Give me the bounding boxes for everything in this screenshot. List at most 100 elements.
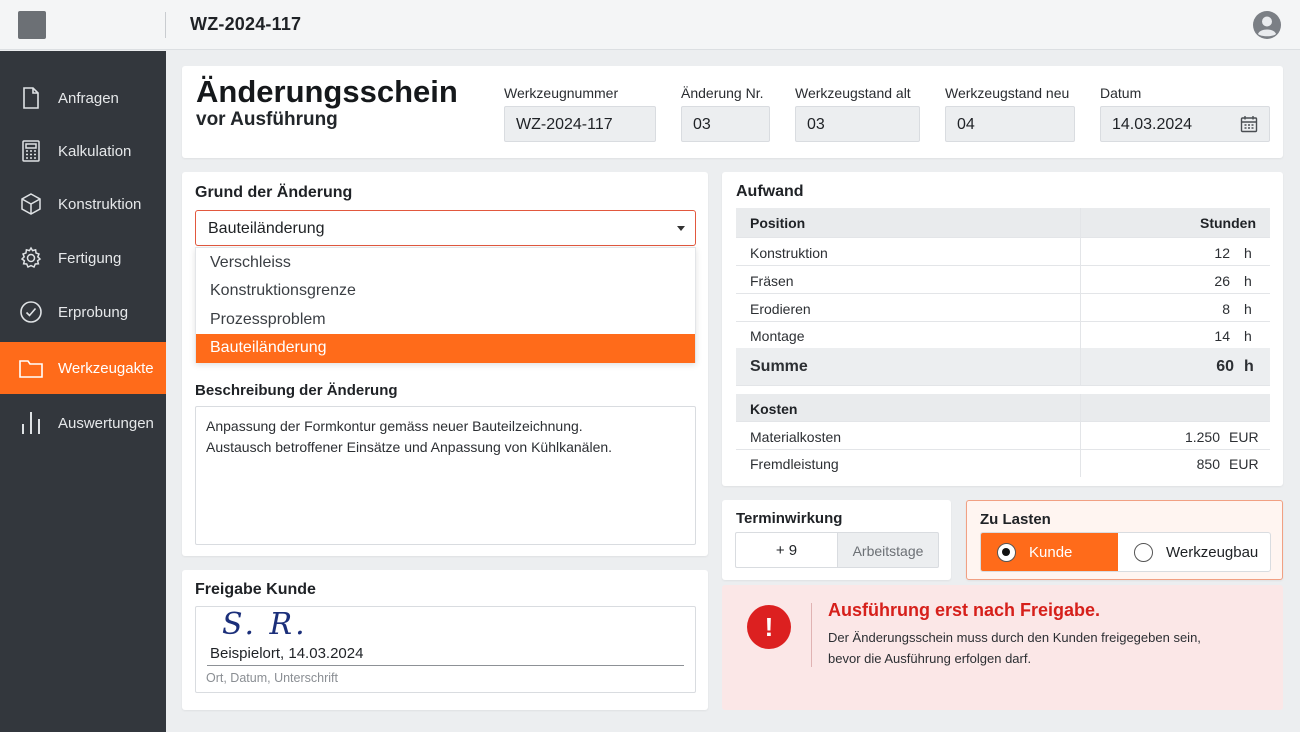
- sidebar-item-werkzeugakte[interactable]: Werkzeugakte: [0, 342, 166, 394]
- row-unit: h: [1244, 301, 1252, 317]
- aenderung-nr-label: Änderung Nr.: [681, 85, 764, 101]
- stand-alt-label: Werkzeugstand alt: [795, 85, 911, 101]
- dropdown-option-verschleiss[interactable]: Verschleiss: [196, 249, 695, 278]
- stand-neu-label: Werkzeugstand neu: [945, 85, 1070, 101]
- grund-select[interactable]: Bauteiländerung: [195, 210, 696, 246]
- calculator-icon: [18, 138, 44, 164]
- zu-lasten-title: Zu Lasten: [980, 511, 1051, 528]
- row-value: 8: [1222, 301, 1230, 317]
- row-value: 26: [1214, 273, 1230, 289]
- sum-row: Summe 60 h: [736, 348, 1270, 386]
- row-unit: h: [1244, 328, 1252, 344]
- cube-icon: [18, 191, 44, 217]
- row-label: Fremdleistung: [750, 456, 839, 472]
- dropdown-option-konstruktionsgrenze[interactable]: Konstruktionsgrenze: [196, 277, 695, 306]
- bar-chart-icon: [18, 410, 44, 436]
- werkzeugnummer-label: Werkzeugnummer: [504, 85, 619, 101]
- row-label: Materialkosten: [750, 429, 842, 445]
- sum-unit: h: [1244, 358, 1254, 375]
- signature-hint: Ort, Datum, Unterschrift: [206, 671, 338, 685]
- radio-werkzeugbau[interactable]: Werkzeugbau: [1118, 533, 1270, 571]
- radio-label: Werkzeugbau: [1166, 544, 1259, 561]
- sidebar-item-erprobung[interactable]: Erprobung: [0, 286, 166, 338]
- grund-dropdown-menu: Verschleiss Konstruktionsgrenze Prozessp…: [195, 247, 696, 363]
- stand-neu-field[interactable]: 04: [945, 106, 1075, 142]
- row-unit: h: [1244, 245, 1252, 261]
- row-value: 1.250: [1184, 429, 1220, 445]
- sum-label: Summe: [750, 358, 808, 375]
- datum-value: 14.03.2024: [1112, 116, 1193, 133]
- folder-icon: [18, 355, 44, 381]
- aufwand-title: Aufwand: [736, 183, 804, 200]
- terminwirkung-title: Terminwirkung: [736, 510, 843, 527]
- header-card: Änderungsschein vor Ausführung Werkzeugn…: [182, 66, 1283, 158]
- zu-lasten-card: Zu Lasten Kunde Werkzeugbau: [966, 500, 1283, 580]
- freigabe-title: Freigabe Kunde: [195, 581, 316, 598]
- radio-unselected-icon: [1134, 543, 1153, 562]
- chevron-down-icon: [677, 226, 685, 231]
- beschreibung-section: Beschreibung der Änderung Anpassung der …: [182, 368, 708, 556]
- radio-selected-icon: [997, 543, 1016, 562]
- check-circle-icon: [18, 299, 44, 325]
- sidebar-item-label: Auswertungen: [58, 414, 154, 432]
- freigabe-card: Freigabe Kunde S. R. Beispielort, 14.03.…: [182, 570, 708, 710]
- change-reason-card: Grund der Änderung Bauteiländerung Versc…: [182, 172, 708, 556]
- sidebar-item-anfragen[interactable]: Anfragen: [0, 72, 166, 124]
- datum-field[interactable]: 14.03.2024: [1100, 106, 1270, 142]
- row-unit: h: [1244, 273, 1252, 289]
- kosten-header: Kosten: [736, 394, 1270, 422]
- terminwirkung-input[interactable]: + 9: [735, 532, 837, 568]
- table-row: Konstruktion 12 h: [736, 238, 1270, 266]
- stand-alt-field[interactable]: 03: [795, 106, 920, 142]
- col-stunden: Stunden: [1200, 215, 1256, 231]
- sidebar-item-label: Fertigung: [58, 249, 122, 267]
- signature-place-date: Beispielort, 14.03.2024: [210, 645, 364, 662]
- werkzeugnummer-field[interactable]: WZ-2024-117: [504, 106, 656, 142]
- row-unit: EUR: [1229, 456, 1259, 472]
- alert-line-2: bevor die Ausführung erfolgen darf.: [828, 651, 1032, 666]
- sidebar-item-kalkulation[interactable]: Kalkulation: [0, 125, 166, 177]
- signature-line: [207, 665, 684, 666]
- sum-value: 60: [1216, 358, 1234, 375]
- top-bar-divider: [165, 12, 166, 38]
- document-subtitle: vor Ausführung: [196, 109, 338, 130]
- beschreibung-title: Beschreibung der Änderung: [195, 382, 398, 399]
- alert-title: Ausführung erst nach Freigabe.: [828, 600, 1101, 620]
- grund-selected-value: Bauteiländerung: [208, 220, 325, 237]
- beschreibung-textarea[interactable]: Anpassung der Formkontur gemäss neuer Ba…: [195, 406, 696, 545]
- row-value: 850: [1196, 456, 1220, 472]
- sidebar-item-label: Erprobung: [58, 303, 129, 321]
- app-logo[interactable]: [18, 11, 46, 39]
- sidebar: Anfragen Kalkulation Konstruktion Fertig…: [0, 51, 166, 732]
- dropdown-option-prozessproblem[interactable]: Prozessproblem: [196, 306, 695, 335]
- aenderung-nr-field[interactable]: 03: [681, 106, 770, 142]
- table-row: Fräsen 26 h: [736, 266, 1270, 294]
- row-value: 14: [1214, 328, 1230, 344]
- table-row: Fremdleistung 850 EUR: [736, 449, 1270, 477]
- calendar-icon[interactable]: [1240, 115, 1258, 138]
- dropdown-option-bauteilaenderung[interactable]: Bauteiländerung: [196, 334, 695, 363]
- table-row: Erodieren 8 h: [736, 294, 1270, 322]
- table-row: Materialkosten 1.250 EUR: [736, 422, 1270, 450]
- row-value: 12: [1214, 245, 1230, 261]
- user-avatar-icon[interactable]: [1252, 10, 1282, 40]
- grund-title: Grund der Änderung: [195, 184, 353, 201]
- alert-message: Der Änderungsschein muss durch den Kunde…: [828, 627, 1268, 669]
- radio-kunde[interactable]: Kunde: [981, 533, 1118, 571]
- aufwand-table-header: Position Stunden: [736, 208, 1270, 238]
- sidebar-item-fertigung[interactable]: Fertigung: [0, 232, 166, 284]
- approval-alert: ! Ausführung erst nach Freigabe. Der Änd…: [722, 585, 1283, 710]
- alert-exclamation-icon: !: [747, 605, 791, 649]
- terminwirkung-unit: Arbeitstage: [837, 532, 939, 568]
- table-row: Montage 14 h: [736, 321, 1270, 349]
- radio-label: Kunde: [1029, 544, 1073, 561]
- sidebar-item-label: Anfragen: [58, 89, 119, 107]
- beschreibung-line-1: Anpassung der Formkontur gemäss neuer Ba…: [206, 418, 583, 434]
- sidebar-item-label: Werkzeugakte: [58, 359, 154, 377]
- page-title: WZ-2024-117: [190, 14, 302, 34]
- sidebar-item-konstruktion[interactable]: Konstruktion: [0, 178, 166, 230]
- gear-icon: [18, 245, 44, 271]
- beschreibung-line-2: Austausch betroffener Einsätze und Anpas…: [206, 439, 613, 455]
- signature-field[interactable]: S. R. Beispielort, 14.03.2024 Ort, Datum…: [195, 606, 696, 693]
- sidebar-item-auswertungen[interactable]: Auswertungen: [0, 397, 166, 449]
